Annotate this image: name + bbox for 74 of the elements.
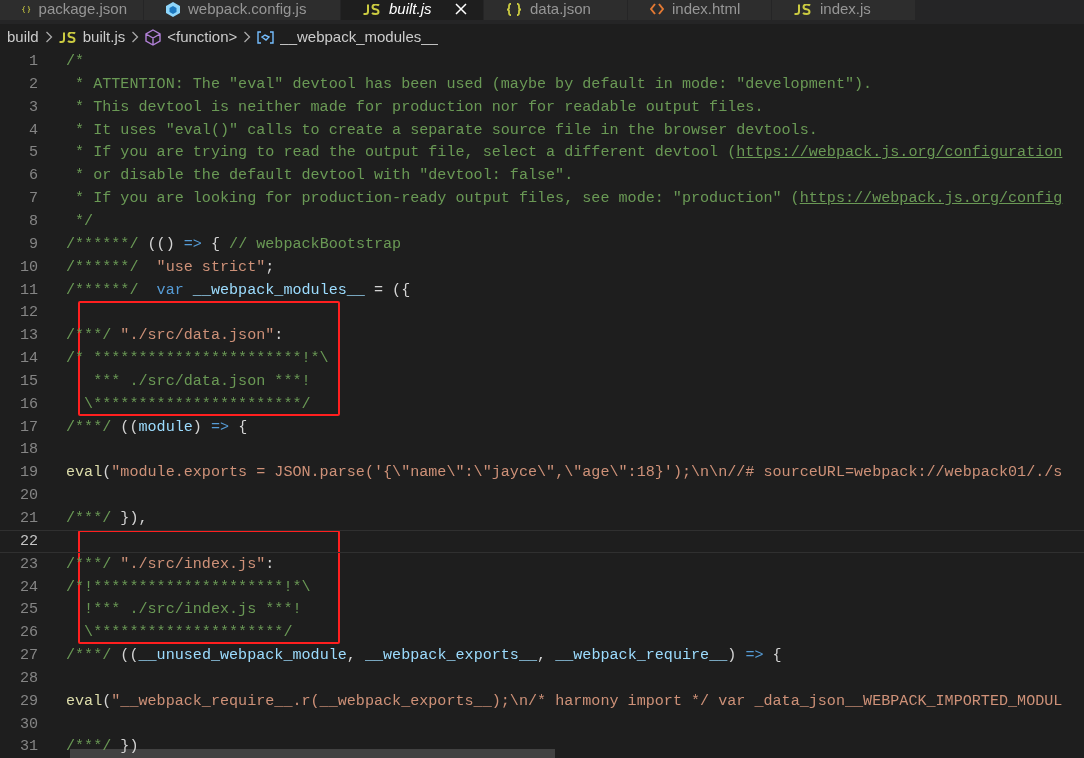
cube-icon	[145, 28, 162, 46]
line-number: 4	[27, 119, 38, 141]
braces-icon	[506, 2, 522, 16]
line-number: 24	[18, 576, 38, 598]
breadcrumb-item[interactable]: __webpack_modules__	[257, 25, 438, 49]
line-number: 7	[27, 188, 38, 210]
code-line: /***/ }),	[66, 507, 148, 529]
code-line: * If you are trying to read the output file, select a different devtool (https://webpack.js.org/configuration	[74, 142, 1063, 164]
line-number: 20	[18, 485, 38, 507]
line-number: 17	[18, 416, 38, 438]
code-line: * or disable the default devtool with "devtool: false".	[74, 165, 574, 187]
code-line: /******/ (() => { // webpackBootstrap	[66, 233, 402, 255]
line-number: 14	[18, 348, 38, 370]
code-line: /*	[66, 51, 85, 73]
code-line: * This devtool is neither made for production nor for readable output files.	[74, 96, 764, 118]
js-file-icon	[794, 3, 812, 15]
line-number: 26	[18, 622, 38, 644]
editor-tab[interactable]: data.json	[484, 0, 628, 20]
code-line: eval("__webpack_require__.r(__webpack_exports__);\n/* harmony import */ var _data_json__WEBPACK_IMPORTED_MODUL	[66, 690, 1063, 712]
code-line: \*********************/	[83, 622, 293, 644]
chevron-right-icon	[44, 31, 53, 43]
code-line: eval("module.exports = JSON.parse('{\"name\":\"jayce\",\"age\":18}');\n\n//# sourceURL=webpack://webpack01/./s	[66, 462, 1063, 484]
line-number: 1	[27, 51, 38, 73]
code-line: /******/ "use strict";	[66, 256, 275, 278]
line-number: 27	[18, 645, 38, 667]
chevron-right-icon	[243, 31, 252, 43]
code-line: * If you are looking for production-ready output files, see mode: "production" (https://webpack.js.org/config	[74, 188, 1063, 210]
editor-tab[interactable]: built.js	[341, 0, 484, 20]
chevron-right-icon	[131, 31, 140, 43]
line-number: 22	[18, 530, 38, 552]
js-file-icon	[58, 31, 77, 43]
line-number: 10	[18, 256, 38, 278]
line-number: 30	[18, 713, 38, 735]
line-number: 16	[18, 393, 38, 415]
line-number: 2	[27, 73, 38, 95]
line-number: 28	[18, 667, 38, 689]
breadcrumb-item[interactable]: build	[7, 25, 39, 49]
code-line: * It uses "eval()" calls to create a separate source file in the browser devtools.	[74, 119, 818, 141]
code-brackets-icon	[650, 3, 664, 15]
line-number: 18	[18, 439, 38, 461]
line-number: 12	[18, 302, 38, 324]
line-number: 29	[18, 690, 38, 712]
code-line: /******/ var __webpack_modules__ = ({	[66, 279, 411, 301]
code-line: \***********************/	[83, 393, 311, 415]
line-number: 11	[18, 279, 38, 301]
line-number: 21	[18, 507, 38, 529]
code-line: !*** ./src/index.js ***!	[83, 599, 302, 621]
code-line: */	[74, 211, 94, 232]
line-number: 3	[27, 96, 38, 118]
line-number: 23	[18, 553, 38, 575]
js-file-icon	[363, 3, 381, 15]
editor-tab[interactable]: index.html	[628, 0, 772, 20]
line-number: 13	[18, 325, 38, 347]
line-number: 31	[18, 736, 38, 758]
line-number: 5	[27, 142, 38, 164]
line-number: 8	[27, 211, 38, 232]
editor-tab[interactable]: index.js	[772, 0, 916, 20]
code-line: /***/ ((module) => {	[66, 416, 248, 438]
code-line: /***/ ((__unused_webpack_module, __webpack_exports__, __webpack_require__) => {	[66, 645, 782, 667]
line-number: 9	[27, 233, 38, 255]
breadcrumb-item[interactable]: built.js	[58, 25, 126, 49]
line-number: 15	[18, 370, 38, 392]
editor-tab[interactable]: package.json	[0, 0, 144, 20]
line-number: 25	[18, 599, 38, 621]
variable-icon	[257, 30, 275, 44]
code-line: *** ./src/data.json ***!	[92, 370, 311, 392]
code-line: /***/ })	[66, 736, 139, 758]
line-number: 6	[27, 165, 38, 187]
code-line: * ATTENTION: The "eval" devtool has been used (maybe by default in mode: "development").	[74, 73, 873, 95]
line-number: 19	[18, 462, 38, 484]
breadcrumb-item[interactable]: <function>	[145, 25, 238, 49]
close-icon[interactable]	[455, 3, 467, 15]
cube-icon	[166, 1, 180, 17]
editor-tab[interactable]: webpack.config.js	[144, 0, 341, 20]
